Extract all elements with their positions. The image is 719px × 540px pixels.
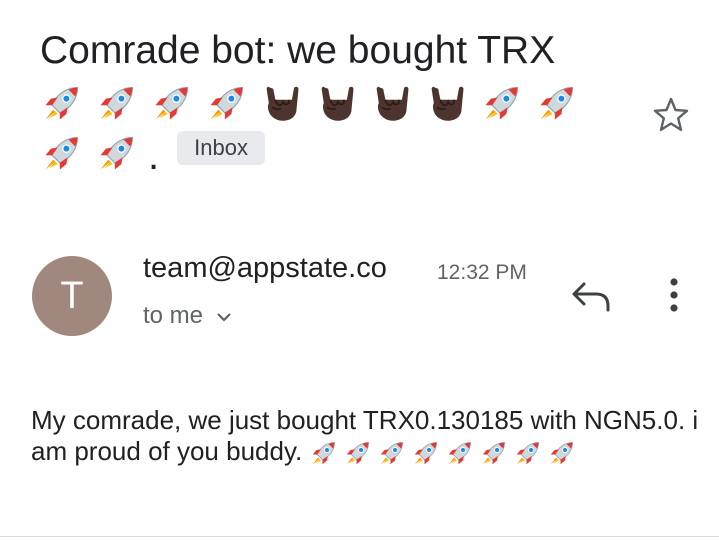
divider (0, 536, 719, 537)
email-timestamp: 12:32 PM (437, 261, 527, 284)
rocket-icon (547, 438, 577, 468)
subject-emoji-row (40, 76, 640, 126)
sign-of-horns-icon (425, 81, 469, 125)
rocket-icon (40, 131, 84, 175)
rocket-icon (40, 81, 84, 125)
more-options-icon[interactable] (664, 276, 684, 316)
rocket-icon (205, 81, 249, 125)
recipient-details-toggle[interactable]: to me (143, 302, 233, 330)
rocket-icon (445, 438, 475, 468)
recipient-label: to me (143, 302, 204, 329)
reply-icon[interactable] (570, 280, 614, 312)
subject-emoji-row-2: . Inbox (40, 126, 640, 176)
rocket-icon (513, 438, 543, 468)
rocket-icon (309, 438, 339, 468)
subject-title: Comrade bot: we bought TRX (40, 29, 556, 72)
inbox-label-chip[interactable]: Inbox (177, 130, 265, 165)
star-icon[interactable] (651, 95, 691, 135)
rocket-icon (480, 81, 524, 125)
email-body: My comrade, we just bought TRX0.130185 w… (31, 405, 701, 468)
rocket-icon (535, 81, 579, 125)
body-rocket-emojis (309, 436, 581, 466)
rocket-icon (377, 438, 407, 468)
rocket-icon (411, 438, 441, 468)
rocket-icon (95, 81, 139, 125)
rocket-icon (95, 131, 139, 175)
sender-avatar[interactable]: T (32, 256, 112, 336)
sign-of-horns-icon (370, 81, 414, 125)
rocket-icon (150, 81, 194, 125)
email-subject: Comrade bot: we bought TRX . Inbox (40, 26, 640, 176)
rocket-icon (343, 438, 373, 468)
sign-of-horns-icon (260, 81, 304, 125)
subject-trailing-dot: . (148, 134, 160, 178)
sign-of-horns-icon (315, 81, 359, 125)
sender-email[interactable]: team@appstate.co (143, 252, 387, 285)
rocket-icon (479, 438, 509, 468)
chevron-down-icon (217, 312, 231, 322)
